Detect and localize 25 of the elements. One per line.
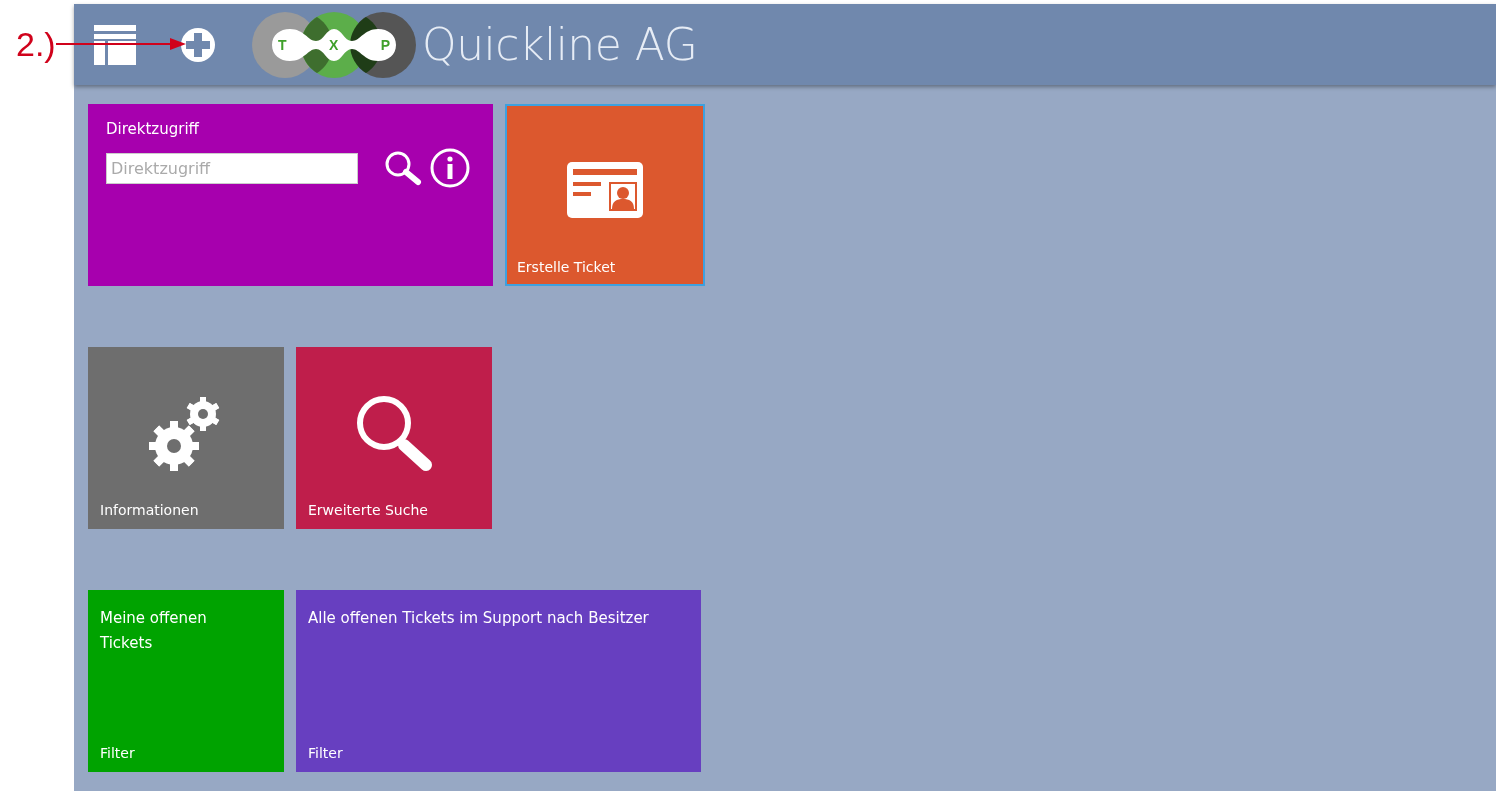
logo-letter: X [328, 36, 339, 53]
input-field[interactable]: Direktzugriff [106, 152, 358, 184]
tile-label: Filter [308, 745, 343, 761]
id-card-icon [567, 161, 643, 218]
logo-letter: T [278, 36, 287, 53]
tile[interactable]: Informationen [88, 347, 284, 529]
tile[interactable]: Erstelle Ticket [505, 104, 705, 286]
logo-letter: P [380, 36, 390, 53]
tile[interactable]: Meine offenen Tickets Filter [88, 590, 284, 772]
search-icon[interactable] [384, 150, 422, 186]
tile[interactable]: Direktzugriff Direktzugriff [88, 104, 493, 286]
info-icon[interactable] [430, 148, 470, 188]
app-title: Quickline AG [422, 19, 698, 70]
tile-title: Meine offenen Tickets [100, 608, 208, 654]
layout-icon[interactable] [94, 24, 136, 65]
tile-title: Direktzugriff [105, 120, 199, 138]
tile-label: Erstelle Ticket [517, 259, 616, 275]
step-label: 2.) [16, 24, 56, 64]
tile-label: Filter [100, 745, 135, 761]
add-icon[interactable] [180, 26, 216, 63]
tile[interactable]: Erweiterte Suche [296, 347, 492, 529]
tile-title: Alle offenen Tickets im Support nach Besitzer [308, 608, 649, 629]
tile-label: Erweiterte Suche [308, 502, 428, 518]
tile-label: Informationen [100, 502, 199, 518]
tile[interactable]: Alle offenen Tickets im Support nach Besitzer Filter [296, 590, 701, 772]
